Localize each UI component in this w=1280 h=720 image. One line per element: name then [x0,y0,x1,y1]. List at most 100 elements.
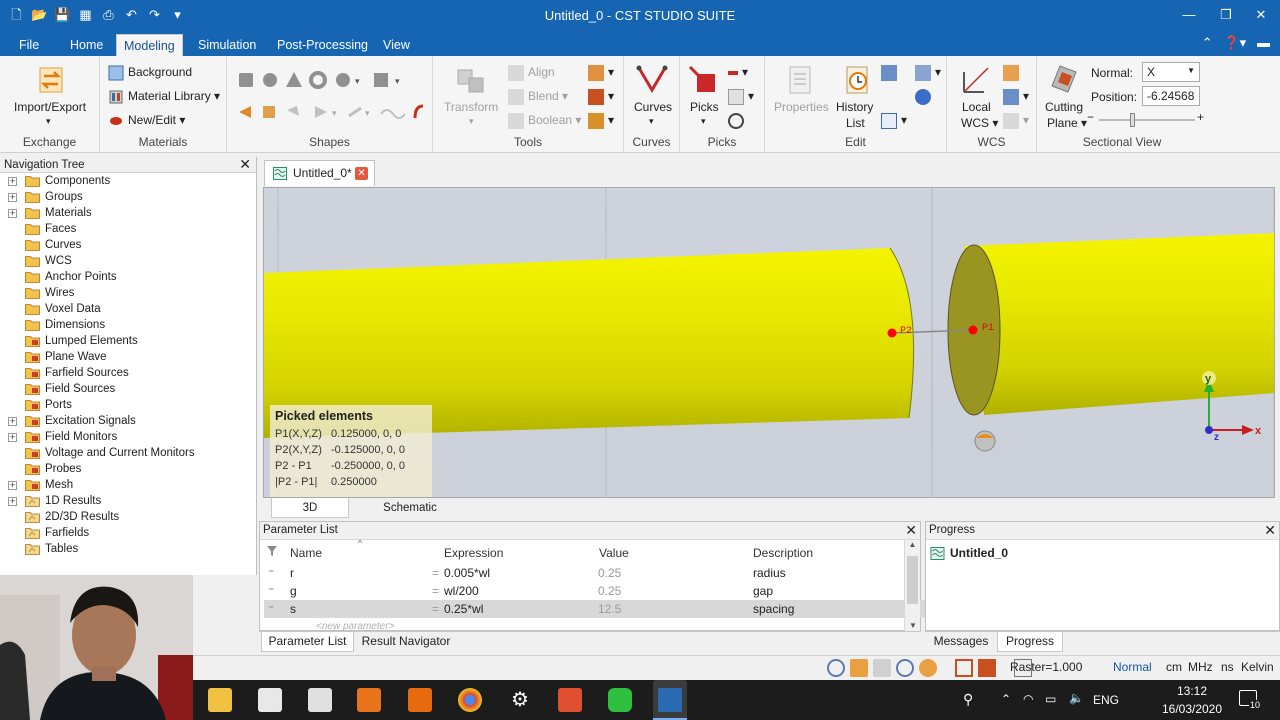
volume-icon[interactable]: 🔈 [1069,691,1084,705]
background-button[interactable]: Background [108,65,192,81]
rotate-icon[interactable] [873,659,891,677]
tree-item[interactable]: + Field Monitors [0,429,256,445]
column-expression[interactable]: Expression [444,546,503,560]
boolean-button[interactable]: Boolean ▾ [508,113,581,129]
tree-item[interactable]: +1D Results [0,493,256,509]
document-tab[interactable]: Untitled_0* ✕ [264,160,375,186]
language-indicator[interactable]: ENG [1093,693,1119,707]
shape-primitives-icons[interactable]: ▾ ▾ [237,70,417,90]
tree-item[interactable]: 2D/3D Results [0,509,256,525]
pick-point-button[interactable]: ▾ [728,65,748,79]
position-slider[interactable]: − + [1087,110,1205,127]
tree-item[interactable]: + Groups [0,189,256,205]
pick-edge-button[interactable]: ▾ [728,89,754,105]
tray-chevron-icon[interactable]: ⌃ [1001,692,1011,706]
wcs-extra-button[interactable]: ▾ [1003,113,1029,129]
import-export-button[interactable]: Import/Export [14,100,86,114]
tab-3d[interactable]: 3D [271,498,349,518]
expand-icon[interactable]: + [8,481,17,490]
tree-item[interactable]: Anchor Points [0,269,256,285]
tree-item[interactable]: Dimensions [0,317,256,333]
tree-item[interactable]: Tables [0,541,256,557]
close-tab-icon[interactable]: ✕ [355,167,368,180]
tree-item[interactable]: Farfield Sources [0,365,256,381]
picks-button[interactable]: Picks [690,100,719,114]
expand-icon[interactable]: + [8,209,17,218]
tab-view[interactable]: View [376,34,417,56]
properties-button[interactable]: Properties [774,100,829,114]
clear-picks-button[interactable] [728,113,748,129]
column-value[interactable]: Value [599,546,629,560]
tree-item[interactable]: Faces [0,221,256,237]
filter-icon[interactable] [266,545,278,557]
info-button[interactable] [915,89,935,105]
sublime-icon[interactable] [408,688,432,712]
tree-item[interactable]: Voxel Data [0,301,256,317]
scroll-down-icon[interactable]: ▼ [905,621,921,630]
cst-taskbar-button[interactable] [653,680,687,720]
tab-schematic[interactable]: Schematic [363,498,457,518]
tree-item[interactable]: Farfields [0,525,256,541]
zoom-icon[interactable] [827,659,845,677]
calculator-button[interactable] [881,65,901,81]
edit-pen-button[interactable]: ▾ [915,65,941,81]
blend-button[interactable]: Blend ▾ [508,89,568,105]
window-menu-icon[interactable]: ▬ [1257,35,1270,50]
collapse-ribbon-icon[interactable]: ⌃ [1202,35,1213,50]
tab-parameter-list[interactable]: Parameter List [261,632,354,652]
shape-tools-icons[interactable]: ▾ ▾ [237,102,427,122]
pan-icon[interactable] [850,659,868,677]
tab-file[interactable]: File [12,34,46,56]
tree-item[interactable]: WCS [0,253,256,269]
media-player-icon[interactable] [357,688,381,712]
mode-status[interactable]: Normal [1113,660,1152,674]
restore-button[interactable]: ❐ [1211,4,1241,26]
reset-view-icon[interactable] [919,659,937,677]
transform-dropdown-icon[interactable]: ▾ [469,116,474,127]
tree-item[interactable]: Wires [0,285,256,301]
castbox-icon[interactable] [558,688,582,712]
parameter-list-scrollbar[interactable]: ▲ ▼ [904,540,920,631]
tree-item[interactable]: Ports [0,397,256,413]
progress-item[interactable]: Untitled_0 [930,546,1008,560]
tree-item[interactable]: + Mesh [0,477,256,493]
chrome-icon[interactable] [458,688,482,712]
tab-progress[interactable]: Progress [997,632,1063,652]
store-icon[interactable] [258,688,282,712]
curves-dropdown-icon[interactable]: ▾ [649,116,654,127]
tab-simulation[interactable]: Simulation [191,34,263,56]
help-icon[interactable]: ❓▾ [1223,35,1246,50]
parameter-button[interactable]: ▾ [881,113,907,129]
people-icon[interactable]: ⚲ [963,691,973,708]
tree-item[interactable]: + Excitation Signals [0,413,256,429]
expand-icon[interactable]: + [8,497,17,506]
new-edit-button[interactable]: New/Edit ▾ [108,113,185,129]
tree-item[interactable]: Voltage and Current Monitors [0,445,256,461]
tree-item[interactable]: Lumped Elements [0,333,256,349]
tree-item[interactable]: Probes [0,461,256,477]
local-wcs-button[interactable]: WCS ▾ [961,116,998,130]
expand-icon[interactable]: + [8,177,17,186]
minimize-button[interactable]: — [1174,4,1204,26]
tree-item[interactable]: Field Sources [0,381,256,397]
expand-icon[interactable]: + [8,417,17,426]
cutting-plane-button[interactable]: Plane ▾ [1047,116,1087,130]
import-export-dropdown-icon[interactable]: ▾ [46,116,51,127]
right-cylinder[interactable] [964,233,1275,415]
tab-modeling[interactable]: Modeling [116,34,183,56]
mail-icon[interactable] [308,688,332,712]
file-explorer-icon[interactable] [208,688,232,712]
tree-item[interactable]: Curves [0,237,256,253]
column-name[interactable]: Name [290,546,322,560]
history-list-button[interactable]: History [836,100,873,114]
tools-extra-1[interactable]: ▾ [588,65,614,81]
clock-time[interactable]: 13:12 [1160,684,1224,698]
normal-select[interactable]: X ▼ [1142,62,1200,82]
slider-plus-icon[interactable]: + [1197,110,1204,124]
line-app-icon[interactable] [608,688,632,712]
tab-result-navigator[interactable]: Result Navigator [357,632,455,652]
tools-extra-3[interactable]: ▾ [588,113,614,129]
picks-dropdown-icon[interactable]: ▾ [701,116,706,127]
settings-gear-icon[interactable]: ⚙ [508,688,532,712]
view-control-icon[interactable] [974,430,996,452]
